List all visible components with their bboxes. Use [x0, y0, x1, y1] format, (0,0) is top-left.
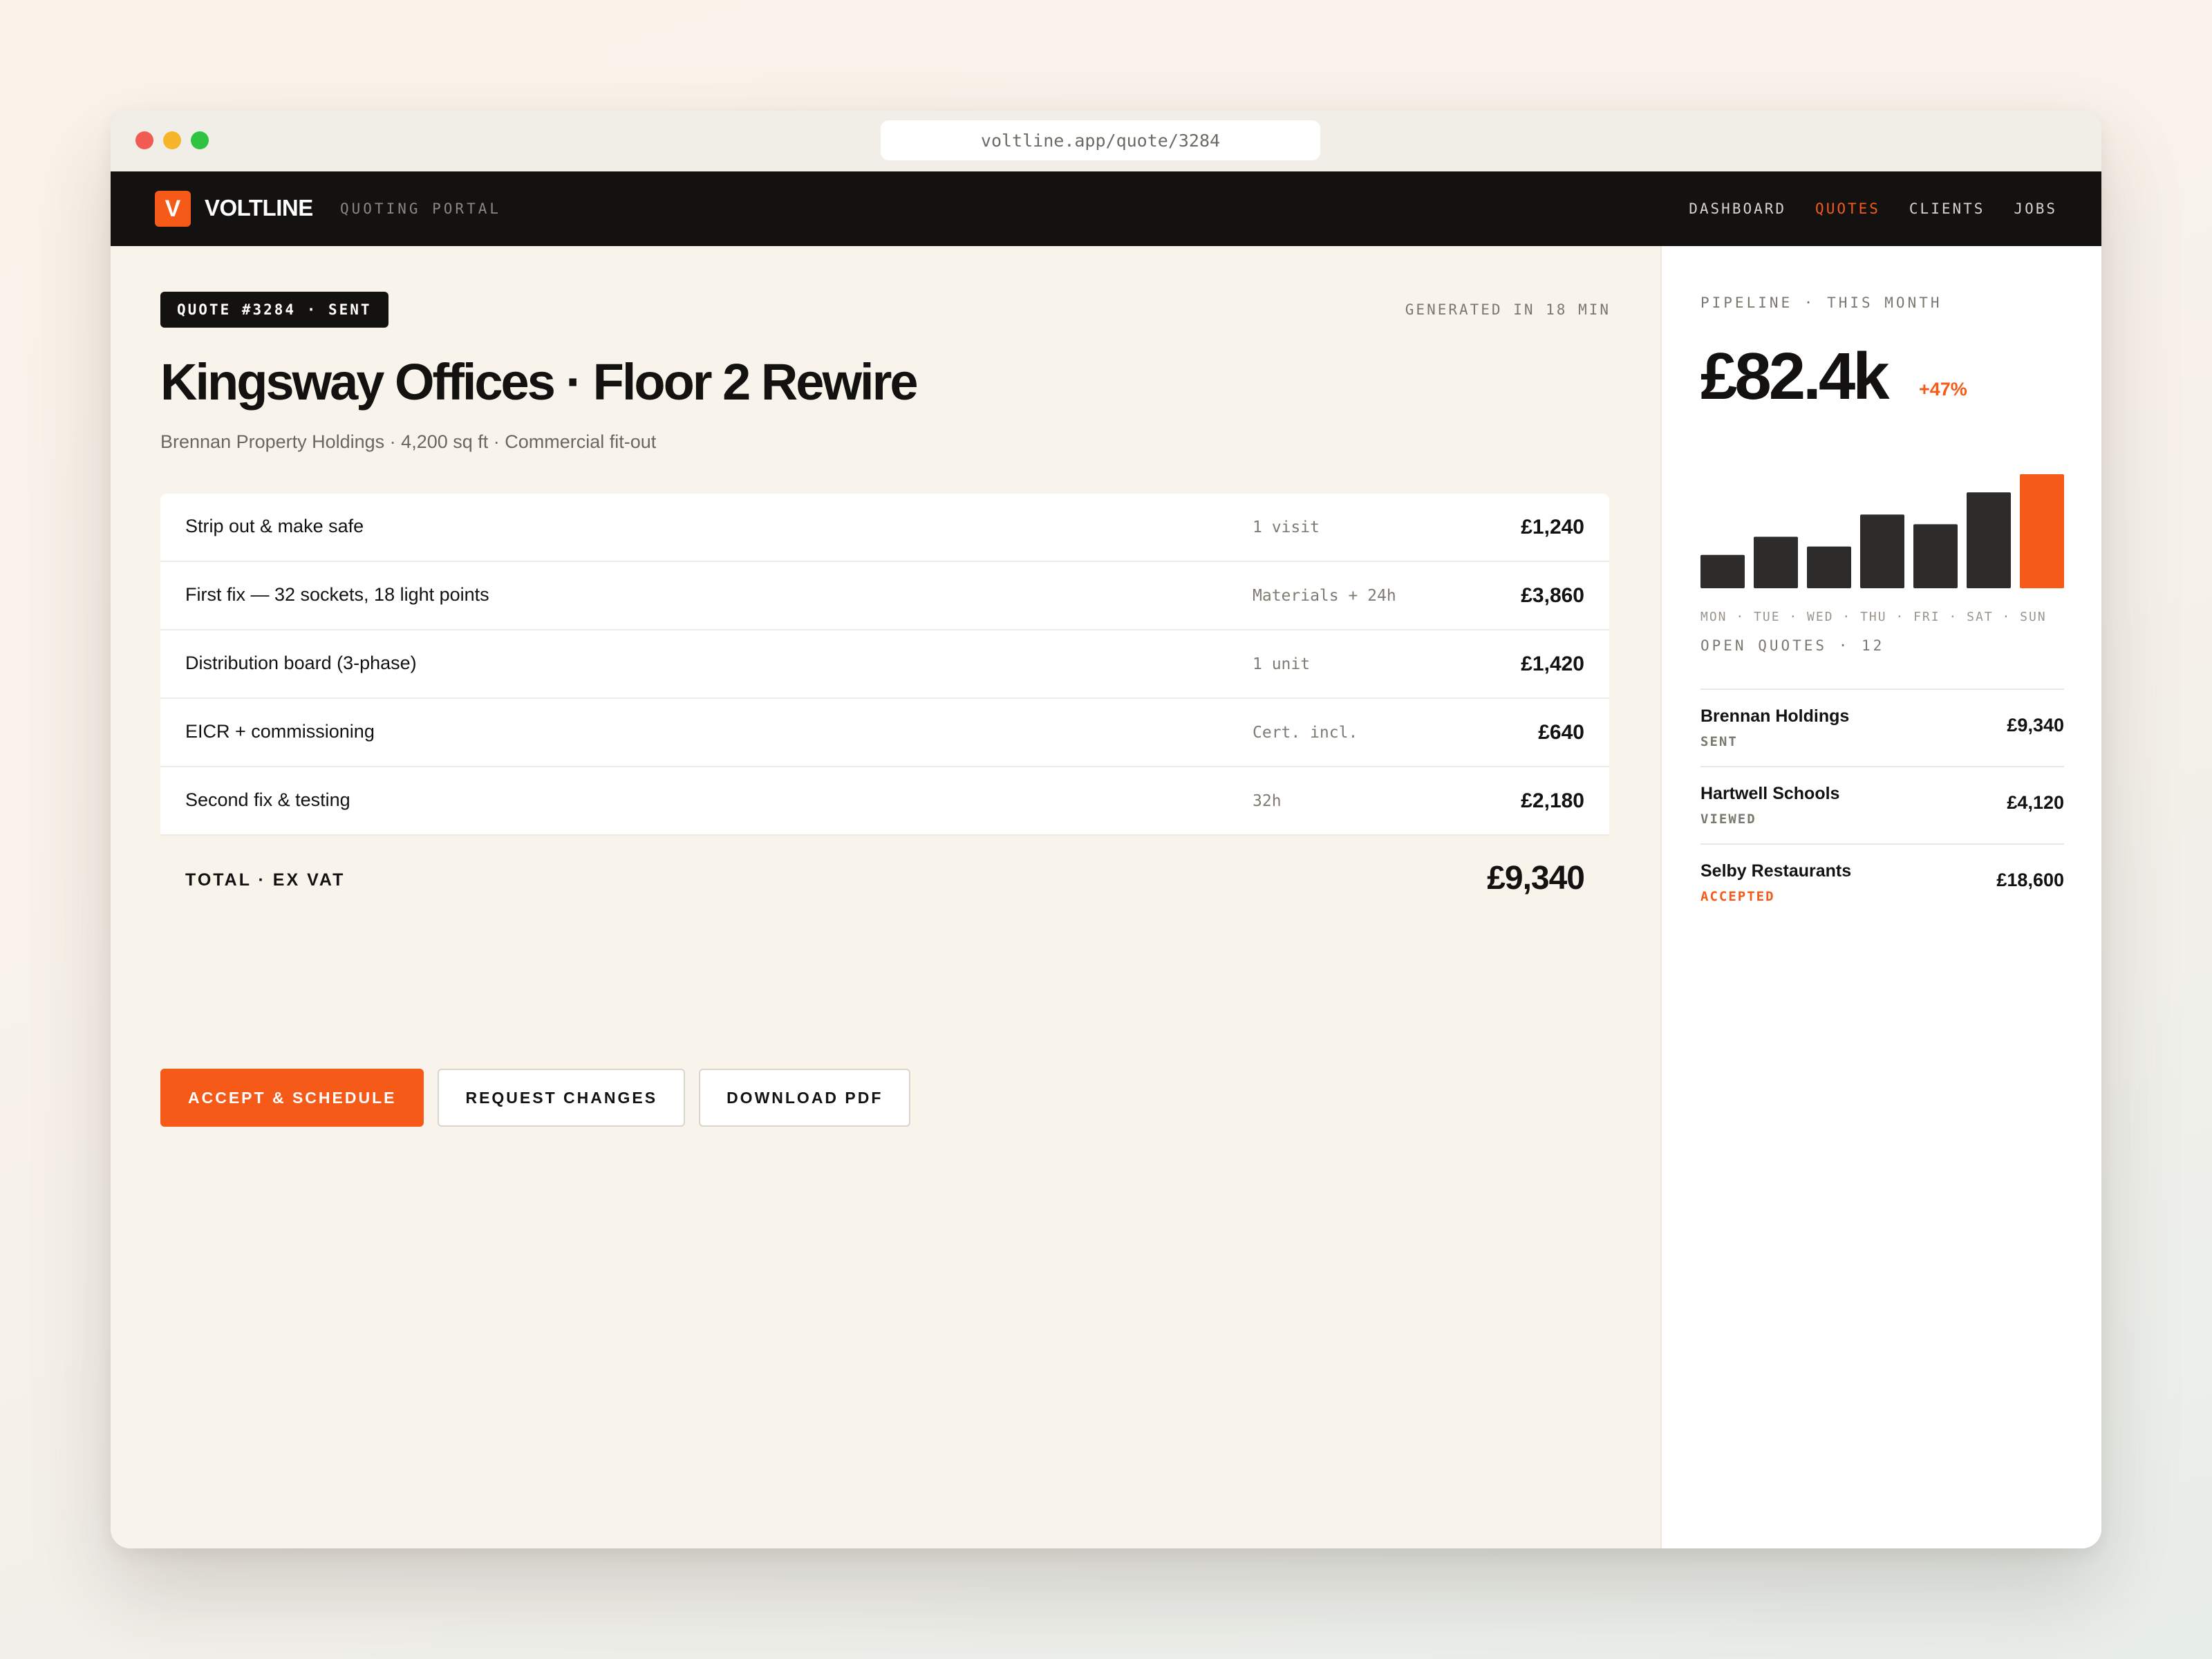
quote-amount: £4,120	[2007, 792, 2064, 813]
pipeline-label: PIPELINE · THIS MONTH	[1700, 294, 1942, 311]
line-description: Second fix & testing	[185, 789, 350, 810]
line-amount: £1,420	[1521, 653, 1584, 675]
quote-subtitle: Brennan Property Holdings · 4,200 sq ft …	[160, 431, 657, 452]
close-window-button[interactable]	[135, 131, 153, 149]
list-item[interactable]: Brennan Holdings SENT £9,340	[1700, 688, 2064, 766]
request-changes-button[interactable]: REQUEST CHANGES	[438, 1069, 686, 1127]
line-description: EICR + commissioning	[185, 721, 375, 742]
line-description: Distribution board (3-phase)	[185, 653, 417, 673]
quote-line-items: Strip out & make safe 1 visit £1,240 Fir…	[160, 494, 1609, 924]
line-note: Materials + 24h	[1253, 587, 1396, 605]
chart-bar-sun	[2020, 474, 2064, 588]
nav-jobs[interactable]: JOBS	[2014, 200, 2057, 217]
quote-client-name: Hartwell Schools	[1700, 784, 1840, 803]
pipeline-sidebar: PIPELINE · THIS MONTH £82.4k +47% MON · …	[1660, 246, 2101, 1548]
line-amount: £3,860	[1521, 584, 1584, 607]
browser-window: voltline.app/quote/3284 V VOLTLINE QUOTI…	[111, 111, 2101, 1548]
quote-client-name: Brennan Holdings	[1700, 706, 1850, 726]
table-row: Strip out & make safe 1 visit £1,240	[160, 494, 1609, 562]
line-description: First fix — 32 sockets, 18 light points	[185, 584, 489, 605]
portal-label: QUOTING PORTAL	[340, 200, 502, 217]
accept-schedule-button[interactable]: ACCEPT & SCHEDULE	[160, 1069, 424, 1127]
line-amount: £640	[1538, 721, 1584, 744]
total-row: TOTAL · EX VAT £9,340	[160, 836, 1609, 924]
pipeline-bar-chart: MON · TUE · WED · THU · FRI · SAT · SUN	[1700, 474, 2064, 624]
open-quotes-label: OPEN QUOTES · 12	[1700, 637, 1885, 654]
table-row: Second fix & testing 32h £2,180	[160, 767, 1609, 836]
line-description: Strip out & make safe	[185, 516, 364, 536]
line-amount: £2,180	[1521, 789, 1584, 812]
table-row: EICR + commissioning Cert. incl. £640	[160, 699, 1609, 767]
line-note: Cert. incl.	[1253, 724, 1358, 742]
list-item[interactable]: Hartwell Schools VIEWED £4,120	[1700, 766, 2064, 843]
quote-main-panel: QUOTE #3284 · SENT GENERATED IN 18 MIN K…	[111, 246, 1660, 1548]
page-title: Kingsway Offices · Floor 2 Rewire	[160, 353, 919, 411]
chart-bar-sat	[1967, 492, 2011, 588]
line-note: 1 visit	[1253, 518, 1320, 536]
list-item[interactable]: Selby Restaurants ACCEPTED £18,600	[1700, 843, 2064, 921]
quote-amount: £9,340	[2007, 715, 2064, 735]
chart-bar-fri	[1913, 524, 1958, 588]
pipeline-value: £82.4k	[1700, 339, 1890, 413]
nav-quotes[interactable]: QUOTES	[1815, 200, 1880, 217]
total-amount: £9,340	[1487, 860, 1585, 897]
pipeline-delta: +47%	[1919, 379, 1967, 400]
table-row: First fix — 32 sockets, 18 light points …	[160, 562, 1609, 630]
line-note: 32h	[1253, 792, 1282, 810]
brand-name: VOLTLINE	[205, 195, 313, 221]
line-note: 1 unit	[1253, 655, 1311, 673]
quote-client-name: Selby Restaurants	[1700, 861, 1852, 881]
chart-day-labels: MON · TUE · WED · THU · FRI · SAT · SUN	[1700, 610, 2047, 624]
quote-status: ACCEPTED	[1700, 889, 1775, 904]
top-navigation-bar: V VOLTLINE QUOTING PORTAL DASHBOARD QUOT…	[111, 171, 2101, 246]
main-nav: DASHBOARD QUOTES CLIENTS JOBS	[1689, 200, 2057, 217]
maximize-window-button[interactable]	[191, 131, 209, 149]
minimize-window-button[interactable]	[163, 131, 181, 149]
table-row: Distribution board (3-phase) 1 unit £1,4…	[160, 630, 1609, 699]
line-amount: £1,240	[1521, 516, 1584, 538]
browser-chrome: voltline.app/quote/3284	[111, 111, 2101, 171]
chart-bar-thu	[1860, 514, 1904, 588]
generated-time: GENERATED IN 18 MIN	[1405, 301, 1611, 318]
address-bar[interactable]: voltline.app/quote/3284	[881, 120, 1320, 160]
open-quotes-list: Brennan Holdings SENT £9,340 Hartwell Sc…	[1700, 688, 2064, 921]
quote-actions: ACCEPT & SCHEDULE REQUEST CHANGES DOWNLO…	[160, 1069, 911, 1127]
quote-amount: £18,600	[1996, 870, 2064, 890]
quote-status: SENT	[1700, 734, 1738, 749]
download-pdf-button[interactable]: DOWNLOAD PDF	[699, 1069, 911, 1127]
logo-mark: V	[155, 191, 191, 227]
quote-status-badge: QUOTE #3284 · SENT	[160, 292, 388, 328]
nav-dashboard[interactable]: DASHBOARD	[1689, 200, 1786, 217]
quote-status: VIEWED	[1700, 812, 1756, 827]
total-label: TOTAL · EX VAT	[185, 870, 346, 890]
chart-bar-tue	[1754, 536, 1798, 588]
nav-clients[interactable]: CLIENTS	[1909, 200, 1985, 217]
chart-bar-wed	[1807, 546, 1851, 588]
chart-bar-mon	[1700, 554, 1745, 588]
